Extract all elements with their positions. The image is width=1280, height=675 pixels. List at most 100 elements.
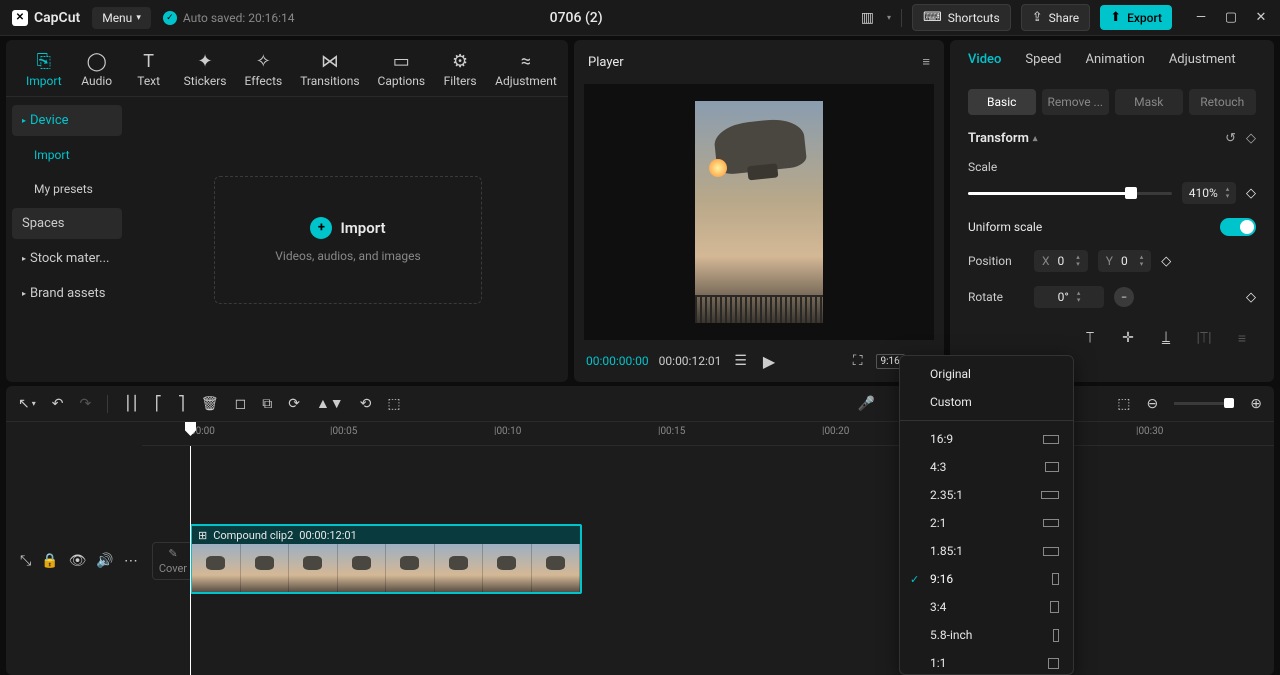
inspector-subtab-remove-[interactable]: Remove ... [1042,89,1110,115]
share-button[interactable]: ⇪ Share [1021,4,1091,31]
tool-tab-stickers[interactable]: ✦Stickers [176,46,235,96]
track-toggle-icon[interactable]: ⬚ [1117,396,1130,412]
ratio-option-2-1[interactable]: 2:1 [900,509,1073,537]
minimize-button[interactable]: — [1194,11,1208,25]
maximize-button[interactable]: ▢ [1224,11,1238,25]
rotate-tool[interactable]: ⟲ [360,396,372,412]
ratio-option-3-4[interactable]: 3:4 [900,593,1073,621]
delete-tool[interactable]: 🗑 [201,396,219,412]
ratio-shape-icon [1043,547,1059,556]
expand-icon[interactable]: ⤡ [20,553,31,569]
uniform-scale-toggle[interactable] [1220,218,1256,236]
lock-icon[interactable]: 🔒 [41,553,58,569]
transform-title: Transform ▴ [968,131,1037,146]
reset-icon[interactable]: ↺ [1225,131,1236,146]
timeline-clip[interactable]: ⊞ Compound clip2 00:00:12:01 [190,524,582,594]
keyframe-icon[interactable]: ◇ [1161,254,1171,269]
zoom-out-button[interactable]: ⊖ [1147,396,1159,412]
tool-tab-transitions[interactable]: ⋈Transitions [292,46,367,96]
inspector-subtab-retouch[interactable]: Retouch [1189,89,1257,115]
player-viewport[interactable] [584,84,934,340]
tool-tab-import[interactable]: ⎘Import [18,46,70,96]
divider [901,9,902,27]
tool-tab-audio[interactable]: ◯Audio [72,46,122,96]
ratio-option-5-8-inch[interactable]: 5.8-inch [900,621,1073,649]
align-bottom-icon[interactable]: ⟘ [1152,326,1180,350]
tool-tab-adjustment[interactable]: ≈Adjustment [487,46,565,96]
mic-button[interactable]: 🎤 [858,396,875,412]
collapse-icon[interactable]: ▴ [1033,134,1038,144]
rotate-input[interactable]: 0°▴▾ [1034,286,1104,308]
zoom-in-button[interactable]: ⊕ [1250,396,1262,412]
ratio-option-original[interactable]: Original [900,360,1073,388]
align-middle-icon[interactable]: ✛ [1114,326,1142,350]
chevron-down-icon[interactable]: ▾ [887,13,891,22]
keyframe-icon[interactable]: ◇ [1246,186,1256,201]
tool-tab-filters[interactable]: ⚙Filters [435,46,485,96]
close-button[interactable]: ✕ [1254,11,1268,25]
split-tool[interactable]: ⎮⎮ [124,396,139,412]
keyframe-icon[interactable]: ◇ [1246,131,1256,146]
duplicate-tool[interactable]: ⧉ [262,396,272,412]
ratio-option-custom[interactable]: Custom [900,388,1073,416]
timeline-ruler[interactable]: 00:00|00:05|00:10|00:15|00:20|00:30 [142,422,1274,446]
import-dropzone[interactable]: +Import Videos, audios, and images [128,97,568,382]
play-button[interactable]: ▶ [760,349,778,374]
inspector-tab-animation[interactable]: Animation [1086,52,1145,75]
export-button[interactable]: ⬆ Export [1100,5,1172,30]
menu-button[interactable]: Menu ▾ [92,7,151,29]
inspector-subtab-mask[interactable]: Mask [1115,89,1183,115]
speed-tool[interactable]: ⟳ [288,396,300,412]
side-item-stock[interactable]: ▸Stock mater... [12,243,122,274]
undo-button[interactable]: ↶ [52,396,64,412]
mute-icon[interactable]: 🔊 [96,553,113,569]
inspector-tab-adjustment[interactable]: Adjustment [1169,52,1236,75]
keyframe-icon[interactable]: ◇ [1246,290,1256,305]
align-top-icon[interactable]: ⟙ [1076,326,1104,350]
tool-tab-text[interactable]: TText [124,46,174,96]
ratio-option-4-3[interactable]: 4:3 [900,453,1073,481]
trim-left-tool[interactable]: ⎡ [155,396,162,412]
list-icon[interactable]: ☰ [731,350,750,372]
ratio-option-1-85-1[interactable]: 1.85:1 [900,537,1073,565]
inspector-tab-speed[interactable]: Speed [1025,52,1061,75]
keyboard-icon: ⌨ [923,10,942,25]
scale-slider[interactable] [968,192,1172,195]
project-title: 0706 (2) [307,10,846,26]
layout-icon[interactable]: ▥ [858,7,877,29]
redo-button[interactable]: ↷ [79,396,91,412]
timeline-tracks[interactable]: ⊞ Compound clip2 00:00:12:01 [142,446,1274,675]
crop-tool[interactable]: ⬚ [387,396,400,412]
trim-right-tool[interactable]: ⎤ [178,396,185,412]
visibility-icon[interactable]: 👁 [69,553,87,569]
scale-row: Scale [968,160,1256,174]
tool-tabs: ⎘Import◯AudioTText✦Stickers✧Effects⋈Tran… [6,40,568,97]
zoom-slider[interactable] [1174,402,1234,405]
inspector-tab-video[interactable]: Video [968,52,1001,75]
scale-input[interactable]: 410%▴▾ [1182,182,1236,204]
focus-icon[interactable]: ⛶ [850,350,866,372]
shortcuts-button[interactable]: ⌨ Shortcuts [912,4,1011,31]
mirror-tool[interactable]: ▲▼ [316,395,344,412]
position-y-input[interactable]: Y0▴▾ [1098,250,1151,272]
titlebar-right: ▥ ▾ ⌨ Shortcuts ⇪ Share ⬆ Export — ▢ ✕ [858,4,1268,31]
side-item-brand[interactable]: ▸Brand assets [12,278,122,309]
tool-tab-effects[interactable]: ✧Effects [237,46,291,96]
ratio-option-2-35-1[interactable]: 2.35:1 [900,481,1073,509]
marker-tool[interactable]: ◻ [235,396,247,412]
selection-tool[interactable]: ↖ ▾ [18,396,36,412]
ratio-option-16-9[interactable]: 16:9 [900,425,1073,453]
more-icon[interactable]: ⋯ [124,553,138,569]
side-item-import[interactable]: Import [12,140,122,170]
side-item-my-presets[interactable]: My presets [12,174,122,204]
position-x-input[interactable]: X0▴▾ [1034,250,1088,272]
side-item-spaces[interactable]: Spaces [12,208,122,239]
tool-tab-captions[interactable]: ▭Captions [370,46,434,96]
player-menu-icon[interactable]: ≡ [922,54,930,70]
ratio-option-9-16[interactable]: ✓9:16 [900,565,1073,593]
playhead[interactable] [190,446,191,675]
side-item-device[interactable]: ▸Device [12,105,122,136]
rotate-ccw-button[interactable]: − [1114,287,1134,307]
inspector-subtab-basic[interactable]: Basic [968,89,1036,115]
ratio-option-1-1[interactable]: 1:1 [900,649,1073,675]
